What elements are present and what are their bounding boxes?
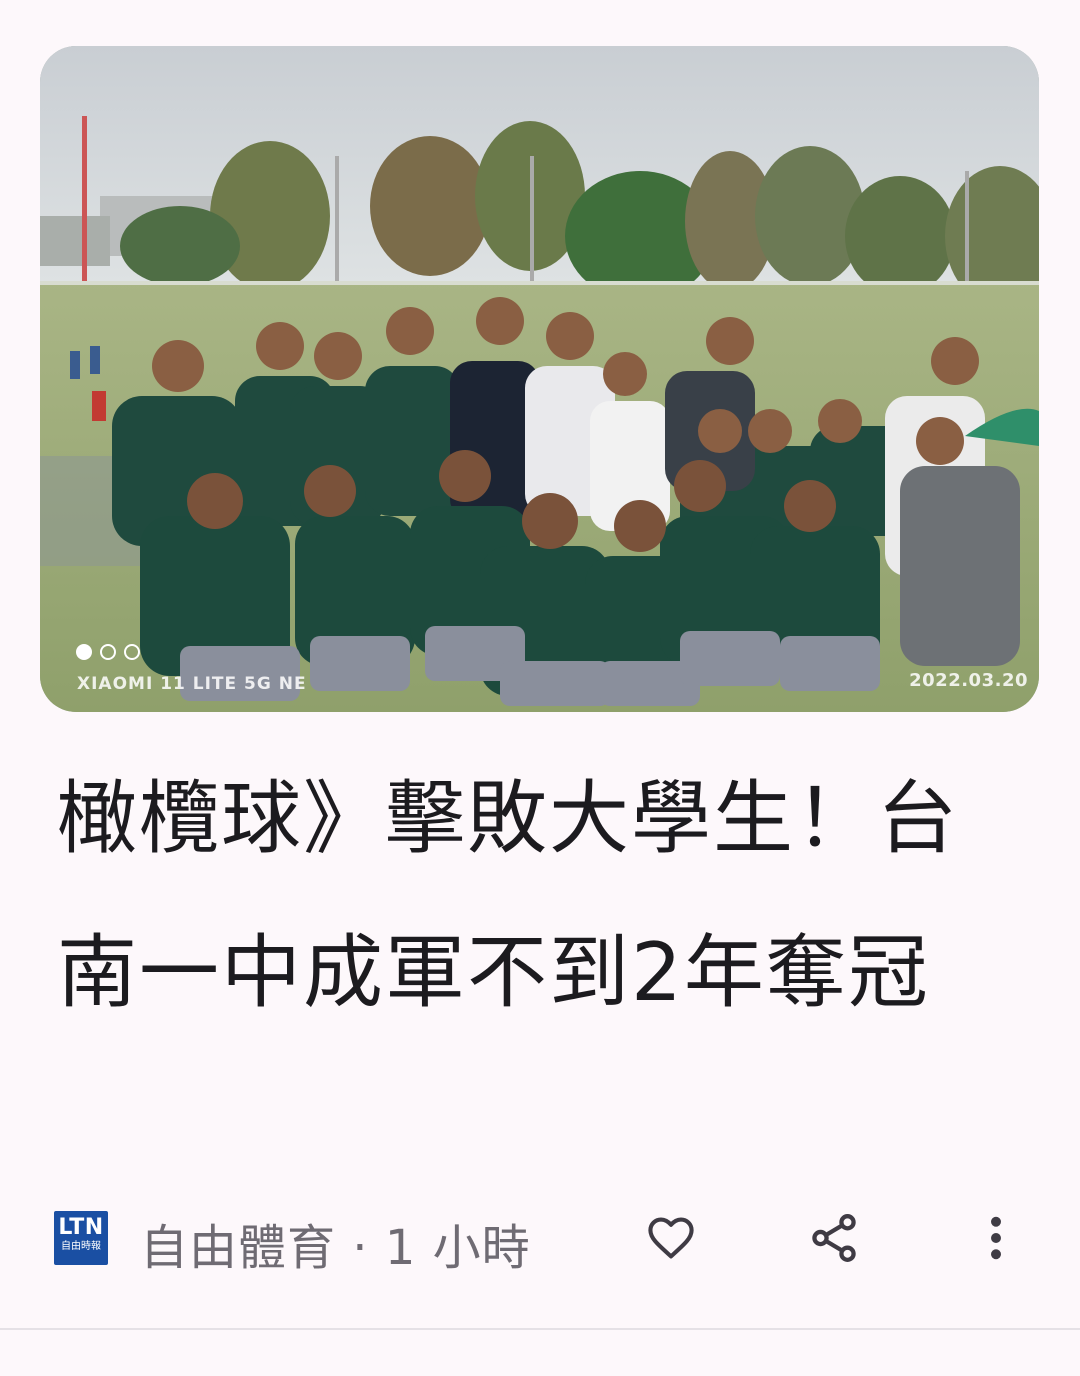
article-headline[interactable]: 橄欖球》擊敗大學生！台南一中成軍不到2年奪冠 (57, 742, 1017, 1050)
share-icon (812, 1214, 856, 1262)
team-photo-illustration (40, 46, 1039, 712)
share-button[interactable] (800, 1204, 868, 1272)
more-options-button[interactable] (962, 1204, 1030, 1272)
source-logo: LTN 自由時報 (54, 1211, 108, 1265)
news-card[interactable]: XIAOMI 11 LITE 5G NE 2022.03.20 橄欖球》擊敗大學… (0, 0, 1080, 1330)
carousel-dot (100, 644, 116, 660)
like-button[interactable] (637, 1204, 705, 1272)
heart-outline-icon (648, 1217, 694, 1259)
publish-time: 1 小時 (384, 1220, 531, 1276)
article-meta-row: LTN 自由時報 自由體育 · 1 小時 (54, 1204, 1034, 1276)
date-watermark: 2022.03.20 (909, 670, 1028, 691)
card-divider (0, 1328, 1080, 1330)
meta-separator: · (352, 1220, 369, 1276)
source-name: 自由體育 (140, 1220, 337, 1276)
more-vertical-icon (991, 1216, 1001, 1260)
carousel-indicator (76, 644, 140, 660)
source-and-time: 自由體育 · 1 小時 (140, 1208, 531, 1278)
carousel-dot-active (76, 644, 92, 660)
article-photo[interactable] (40, 46, 1039, 712)
camera-watermark: XIAOMI 11 LITE 5G NE (77, 674, 307, 694)
carousel-dot (124, 644, 140, 660)
